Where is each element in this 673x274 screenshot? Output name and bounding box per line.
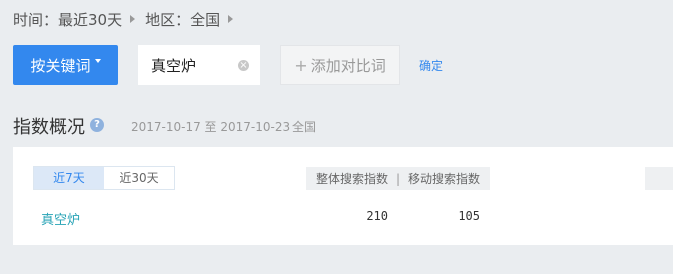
tab-30-days[interactable]: 近30天 [104, 167, 174, 189]
extra-column-header [645, 167, 673, 190]
add-compare-term-button[interactable]: + 添加对比词 [280, 45, 400, 85]
remove-term-icon[interactable]: × [238, 60, 249, 71]
period-tabs: 近7天 近30天 [33, 166, 175, 190]
help-icon[interactable]: ? [90, 118, 104, 132]
index-column-header: 整体搜索指数 | 移动搜索指数 [306, 167, 490, 190]
overview-region: 全国 [292, 120, 317, 134]
overall-index-header: 整体搜索指数 [315, 172, 388, 186]
mobile-index-header: 移动搜索指数 [408, 172, 481, 186]
keyword-mode-label: 按关键词 [30, 56, 91, 75]
plus-icon: + [294, 55, 308, 75]
chevron-right-icon [130, 15, 136, 23]
mobile-index-value: 105 [458, 209, 480, 223]
overall-index-value: 210 [366, 209, 388, 223]
search-term-text: 真空炉 [151, 56, 197, 75]
region-filter[interactable]: 地区：全国 [145, 9, 220, 30]
overview-panel: 近7天 近30天 整体搜索指数 | 移动搜索指数 真空炉 210 105 [13, 147, 673, 245]
tab-7-days[interactable]: 近7天 [34, 167, 104, 189]
add-compare-label: 添加对比词 [310, 56, 386, 75]
confirm-link[interactable]: 确定 [419, 57, 443, 74]
breadcrumb: 时间：最近30天 地区：全国 [13, 9, 243, 29]
overview-date-range: 2017-10-17 至 2017-10-23 [131, 120, 291, 134]
search-term-box[interactable]: 真空炉 × [138, 45, 260, 85]
caret-down-icon [94, 59, 101, 63]
table-row-term[interactable]: 真空炉 [41, 209, 80, 228]
overview-title: 指数概况 [13, 117, 85, 138]
time-filter[interactable]: 时间：最近30天 [13, 9, 122, 30]
baidu-index-page: 时间：最近30天 地区：全国 按关键词 真空炉 × + 添加对比词 确定 指数概… [0, 0, 673, 274]
header-separator: | [395, 171, 401, 186]
chevron-right-icon [228, 15, 234, 23]
keyword-mode-button[interactable]: 按关键词 [13, 45, 118, 85]
